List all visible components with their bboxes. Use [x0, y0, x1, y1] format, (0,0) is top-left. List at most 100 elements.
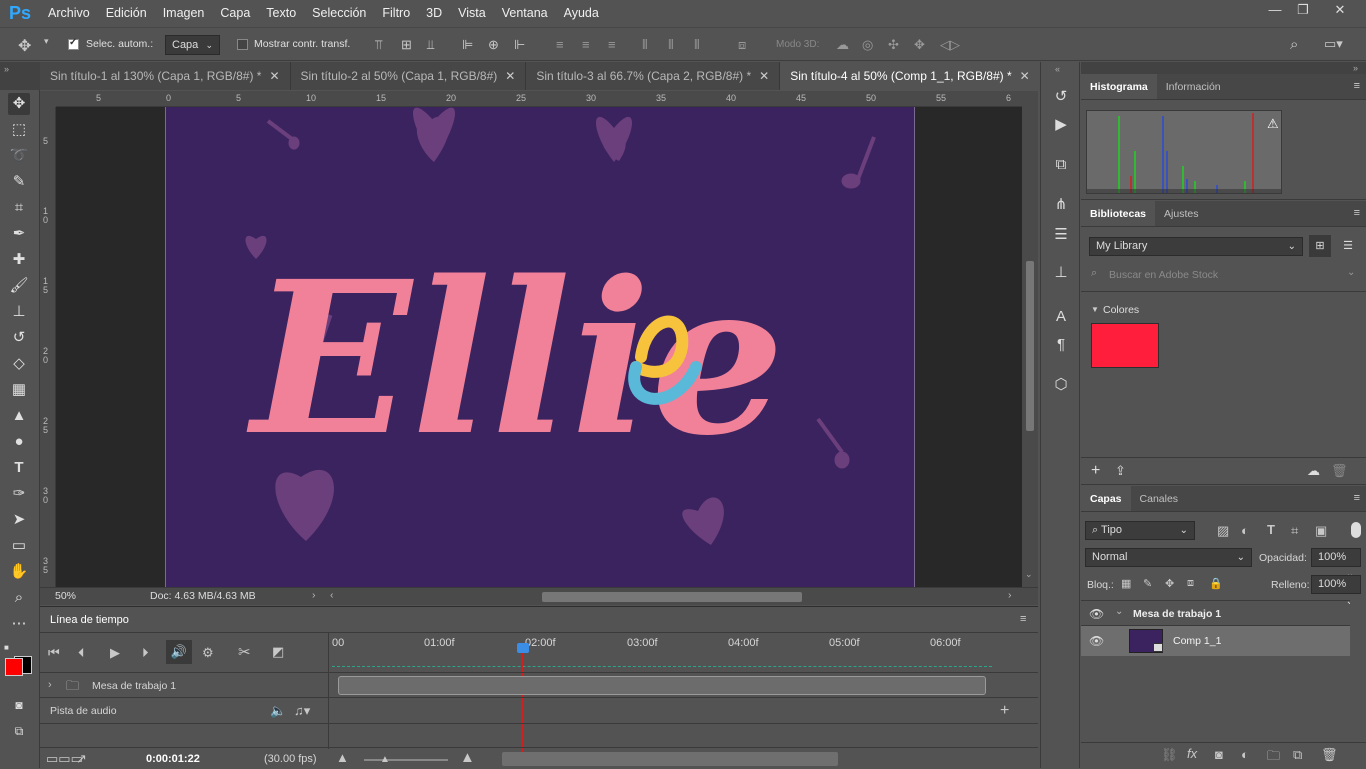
scrollbar-thumb[interactable] — [1026, 261, 1034, 431]
first-frame-icon[interactable]: ⏮ — [48, 645, 60, 661]
add-content-icon[interactable]: + — [1091, 462, 1100, 480]
timeline-scroll-thumb[interactable] — [502, 752, 838, 766]
zoom-out-mountain-icon[interactable]: ▲ — [336, 750, 349, 765]
tab-channels[interactable]: Canales — [1131, 486, 1188, 511]
distribute-top-icon[interactable]: ≡ — [556, 37, 564, 52]
zoom-slider[interactable] — [364, 759, 448, 761]
next-frame-icon[interactable]: ⏵ — [142, 645, 149, 661]
adjustments-panel-icon[interactable]: ☰ — [1050, 224, 1072, 246]
adjustment-layer-icon[interactable]: ◐ — [1241, 747, 1249, 762]
blur-tool-icon[interactable]: ▲ — [8, 405, 30, 427]
close-icon[interactable]: ✕ — [1020, 69, 1030, 83]
menu-ventana[interactable]: Ventana — [494, 0, 556, 26]
crop-tool-icon[interactable]: ⌗ — [8, 197, 30, 219]
filter-adjustment-icon[interactable]: ◐ — [1241, 523, 1249, 538]
doc-tab-3[interactable]: Sin título-3 al 66.7% (Capa 2, RGB/8#) *… — [526, 62, 781, 90]
collapse-panels-icon[interactable]: » — [1081, 62, 1366, 74]
distribute-left-icon[interactable]: ⦀ — [642, 37, 648, 53]
settings-gear-icon[interactable]: ⚙ — [202, 645, 214, 661]
path-select-tool-icon[interactable]: ➤ — [8, 509, 30, 531]
add-media-icon[interactable]: + — [1000, 702, 1009, 720]
audio-mute-icon[interactable]: 🔊 — [166, 640, 192, 664]
filter-pixel-icon[interactable]: ▨ — [1217, 523, 1229, 539]
panel-menu-icon[interactable]: ≡ — [1354, 80, 1360, 92]
align-top-icon[interactable]: ⫪ — [375, 37, 382, 53]
more-tools-icon[interactable]: ⋯ — [8, 613, 30, 635]
brush-settings-icon[interactable]: ⋔ — [1050, 194, 1072, 216]
dodge-tool-icon[interactable]: ● — [8, 431, 30, 453]
drag-3d-icon[interactable]: ✣ — [888, 37, 899, 53]
rectangle-tool-icon[interactable]: ▭ — [8, 535, 30, 557]
distribute-vcenter-icon[interactable]: ≡ — [582, 37, 590, 52]
split-scissors-icon[interactable]: ✂ — [238, 643, 251, 661]
menu-texto[interactable]: Texto — [258, 0, 304, 26]
minimize-button[interactable]: — — [1260, 0, 1290, 20]
lock-artboard-icon[interactable]: ⧈ — [1187, 577, 1194, 590]
show-transform-checkbox[interactable] — [237, 38, 248, 50]
history-brush-tool-icon[interactable]: ↺ — [8, 327, 30, 349]
opacity-field[interactable]: 100%⌄ — [1311, 548, 1361, 580]
hand-tool-icon[interactable]: ✋ — [8, 561, 30, 583]
pen-tool-icon[interactable]: ✑ — [8, 483, 30, 505]
eye-icon[interactable]: 👁 — [1089, 634, 1104, 648]
menu-ayuda[interactable]: Ayuda — [556, 0, 607, 26]
close-window-button[interactable]: ✕ — [1325, 0, 1355, 20]
artboard[interactable]: Ellie — [165, 107, 915, 587]
fill-field[interactable]: 100%⌄ — [1311, 575, 1361, 607]
clone-source-icon[interactable]: ⊥ — [1050, 262, 1072, 284]
tab-information[interactable]: Información — [1157, 74, 1230, 99]
status-menu-icon[interactable]: › — [312, 589, 316, 601]
tab-libraries[interactable]: Bibliotecas — [1081, 201, 1156, 226]
marquee-tool-icon[interactable]: ⬚ — [8, 119, 30, 141]
close-icon[interactable]: ✕ — [759, 69, 769, 83]
zoom-in-mountain-icon[interactable]: ▲ — [460, 749, 475, 766]
screen-mode-icon[interactable]: ⧉ — [8, 720, 30, 742]
vertical-scrollbar[interactable]: ⌄ — [1022, 91, 1038, 587]
align-right-icon[interactable]: ⊩ — [514, 37, 525, 53]
menu-filtro[interactable]: Filtro — [374, 0, 418, 26]
ruler-origin[interactable] — [40, 91, 56, 107]
paragraph-panel-icon[interactable]: ¶ — [1050, 334, 1072, 356]
color-swatch[interactable] — [1091, 323, 1159, 368]
orbit-3d-icon[interactable]: ☁ — [836, 37, 849, 53]
collapse-strip-icon[interactable]: « — [1055, 64, 1060, 74]
grid-view-icon[interactable]: ⊞ — [1309, 235, 1331, 257]
align-vcenter-icon[interactable]: ⊞ — [401, 37, 412, 53]
transition-icon[interactable]: ◩ — [272, 644, 284, 660]
new-group-icon[interactable]: 🗀 — [1267, 747, 1280, 769]
prev-frame-icon[interactable]: ⏴ — [78, 645, 85, 661]
scale-3d-icon[interactable]: ◁▷ — [940, 37, 960, 53]
colors-section-title[interactable]: Colores — [1103, 304, 1139, 316]
auto-select-checkbox[interactable] — [68, 37, 79, 50]
scroll-left-icon[interactable]: ‹ — [330, 589, 334, 601]
lock-transparent-icon[interactable]: ▦ — [1121, 577, 1131, 590]
filter-type-icon[interactable]: T — [1267, 522, 1275, 537]
track-group-label[interactable]: Mesa de trabajo 1 — [92, 680, 176, 692]
tab-adjustments[interactable]: Ajustes — [1155, 201, 1207, 226]
blend-mode-dropdown[interactable]: Normal ⌄ — [1085, 548, 1252, 567]
align-hcenter-icon[interactable]: ⊕ — [488, 37, 499, 53]
tool-preset-dropdown-icon[interactable]: ▾ — [44, 36, 49, 47]
horizontal-scrollbar-thumb[interactable] — [542, 592, 802, 602]
zoom-slider-handle[interactable]: ▲ — [380, 754, 390, 765]
brush-tool-icon[interactable]: 🖌 — [8, 275, 30, 297]
healing-brush-tool-icon[interactable]: ✚ — [8, 249, 30, 271]
collapse-triangle-icon[interactable]: ▼ — [1091, 305, 1099, 314]
lock-all-icon[interactable]: 🔒 — [1209, 577, 1223, 590]
menu-vista[interactable]: Vista — [450, 0, 494, 26]
move-tool-icon[interactable]: ✥ — [8, 93, 30, 115]
type-tool-icon[interactable]: T — [8, 457, 30, 479]
trash-icon[interactable]: 🗑 — [1331, 463, 1348, 479]
menu-archivo[interactable]: Archivo — [40, 0, 98, 26]
actions-panel-icon[interactable]: ▶ — [1050, 114, 1072, 136]
filter-smart-object-icon[interactable]: ▣ — [1315, 523, 1327, 539]
scroll-down-icon[interactable]: ⌄ — [1025, 569, 1033, 580]
scroll-right-icon[interactable]: › — [1008, 589, 1012, 601]
gradient-tool-icon[interactable]: ▦ — [8, 379, 30, 401]
menu-capa[interactable]: Capa — [212, 0, 258, 26]
align-bottom-icon[interactable]: ⫫ — [427, 37, 434, 53]
layer-group-row[interactable]: 👁 ⌄ Mesa de trabajo 1 — [1081, 600, 1350, 626]
doc-tab-4[interactable]: Sin título-4 al 50% (Comp 1_1, RGB/8#) *… — [780, 62, 1041, 90]
search-icon[interactable]: ⌕ — [1290, 36, 1298, 53]
play-icon[interactable]: ▶ — [110, 645, 120, 661]
